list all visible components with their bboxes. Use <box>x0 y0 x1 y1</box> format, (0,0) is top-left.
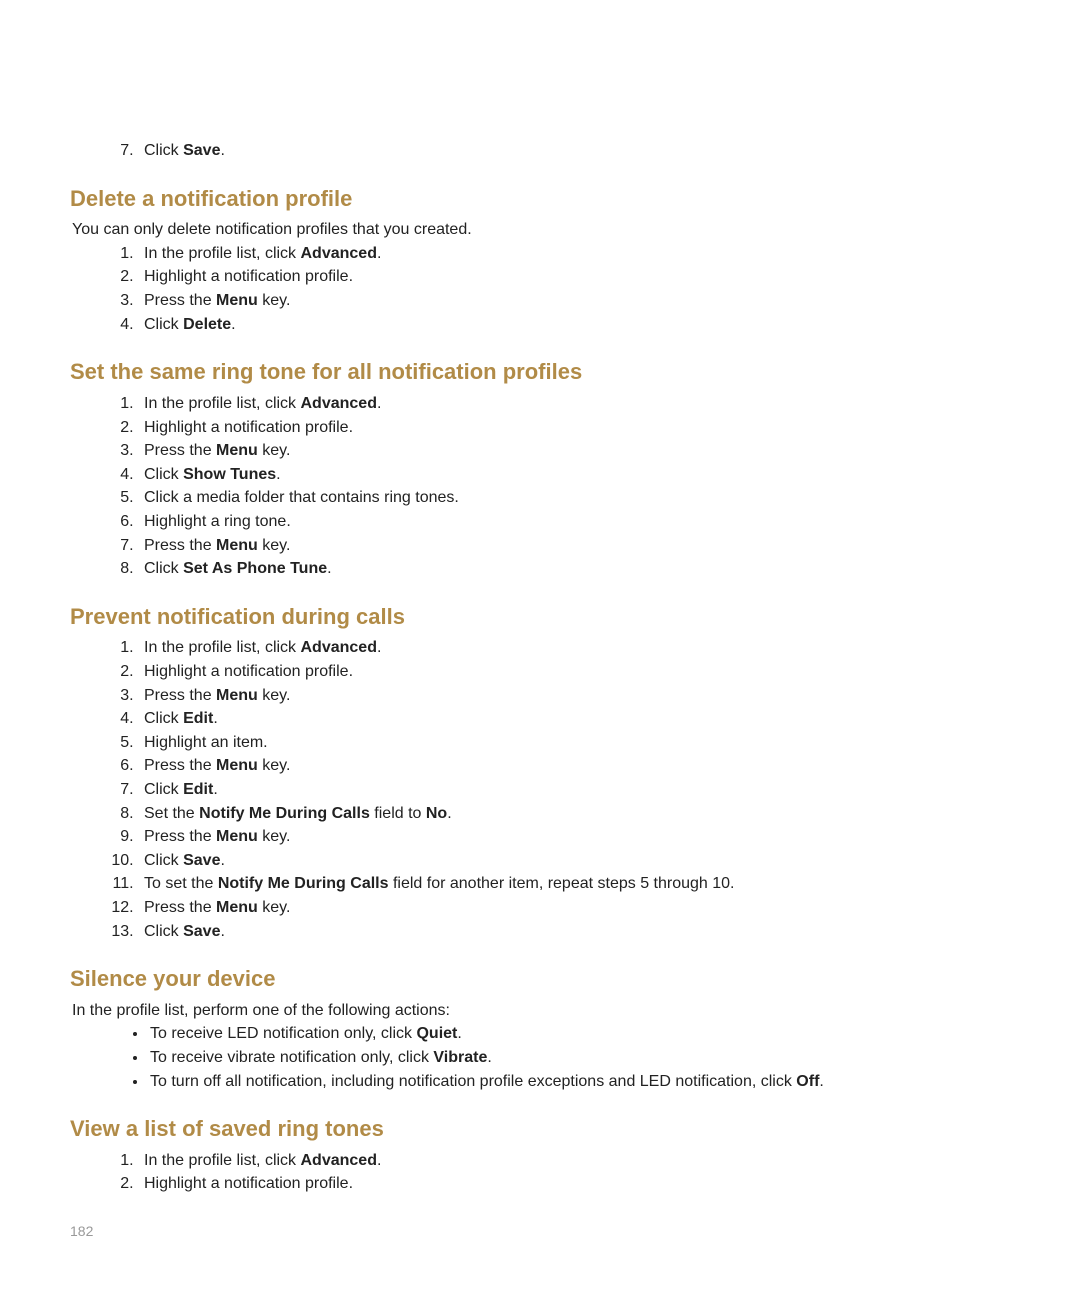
list-item: Click Save. <box>138 921 1010 943</box>
list-item: To turn off all notification, including … <box>148 1071 1010 1093</box>
delete-profile-steps: In the profile list, click Advanced. Hig… <box>70 243 1010 335</box>
page-number: 182 <box>70 1222 93 1241</box>
top-continuation-list: Click Save. <box>70 140 1010 162</box>
list-item: Set the Notify Me During Calls field to … <box>138 803 1010 825</box>
list-item: Click Delete. <box>138 314 1010 336</box>
list-item: Press the Menu key. <box>138 685 1010 707</box>
list-item: Highlight a notification profile. <box>138 661 1010 683</box>
list-item: Click Edit. <box>138 779 1010 801</box>
list-item: Press the Menu key. <box>138 440 1010 462</box>
heading-silence-device: Silence your device <box>70 964 1010 994</box>
list-item: Highlight a notification profile. <box>138 266 1010 288</box>
document-content: Click Save. Delete a notification profil… <box>70 140 1010 1195</box>
heading-delete-profile: Delete a notification profile <box>70 184 1010 214</box>
list-item: To set the Notify Me During Calls field … <box>138 873 1010 895</box>
list-item: Click Save. <box>138 140 1010 162</box>
list-item: Click Show Tunes. <box>138 464 1010 486</box>
list-item: Click Set As Phone Tune. <box>138 558 1010 580</box>
list-item: Press the Menu key. <box>138 290 1010 312</box>
list-item: Highlight a ring tone. <box>138 511 1010 533</box>
list-item: Highlight a notification profile. <box>138 417 1010 439</box>
list-item: Press the Menu key. <box>138 535 1010 557</box>
list-item: In the profile list, click Advanced. <box>138 243 1010 265</box>
list-item: In the profile list, click Advanced. <box>138 393 1010 415</box>
silence-device-options: To receive LED notification only, click … <box>70 1023 1010 1092</box>
list-item: In the profile list, click Advanced. <box>138 637 1010 659</box>
view-ringtones-steps: In the profile list, click Advanced. Hig… <box>70 1150 1010 1195</box>
list-item: Highlight a notification profile. <box>138 1173 1010 1195</box>
heading-view-ringtones: View a list of saved ring tones <box>70 1114 1010 1144</box>
list-item: To receive LED notification only, click … <box>148 1023 1010 1045</box>
list-item: Press the Menu key. <box>138 897 1010 919</box>
list-item: Press the Menu key. <box>138 826 1010 848</box>
heading-prevent-notification: Prevent notification during calls <box>70 602 1010 632</box>
list-item: Click a media folder that contains ring … <box>138 487 1010 509</box>
list-item: To receive vibrate notification only, cl… <box>148 1047 1010 1069</box>
prevent-notification-steps: In the profile list, click Advanced. Hig… <box>70 637 1010 942</box>
intro-text: In the profile list, perform one of the … <box>72 1000 1010 1022</box>
list-item: In the profile list, click Advanced. <box>138 1150 1010 1172</box>
list-item: Highlight an item. <box>138 732 1010 754</box>
same-ringtone-steps: In the profile list, click Advanced. Hig… <box>70 393 1010 580</box>
heading-same-ringtone: Set the same ring tone for all notificat… <box>70 357 1010 387</box>
list-item: Click Save. <box>138 850 1010 872</box>
list-item: Press the Menu key. <box>138 755 1010 777</box>
list-item: Click Edit. <box>138 708 1010 730</box>
intro-text: You can only delete notification profile… <box>72 219 1010 241</box>
